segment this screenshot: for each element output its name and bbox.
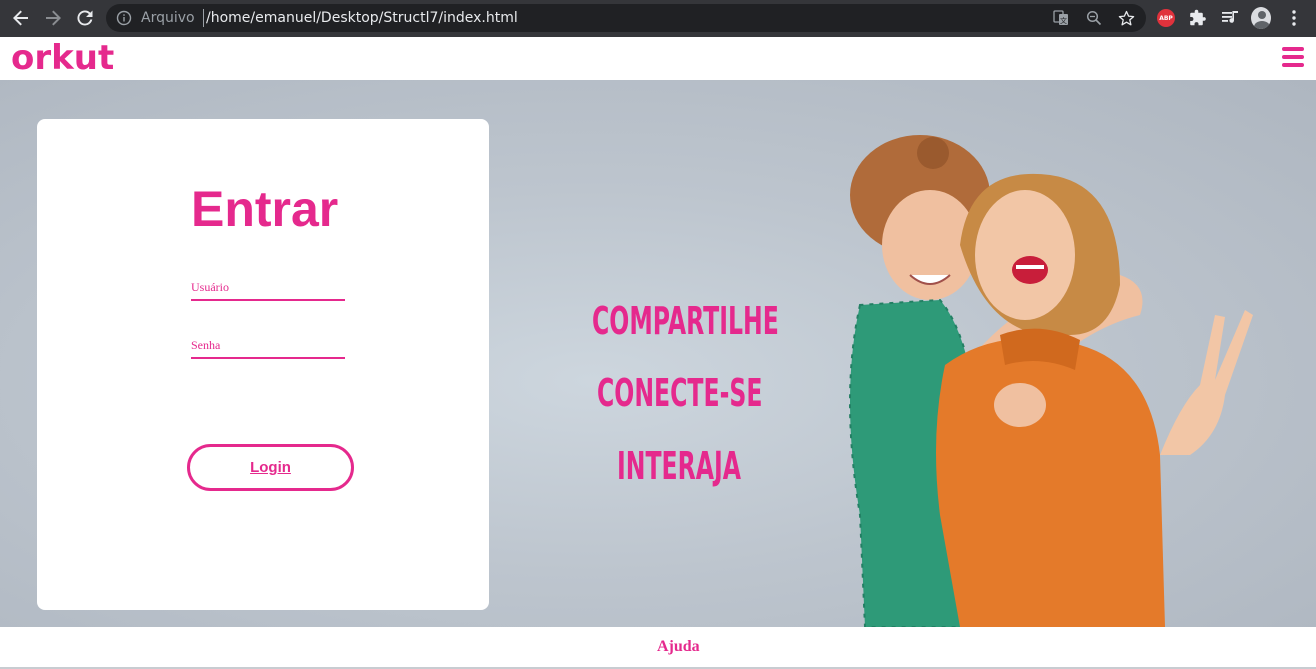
slogan-connect: CONECTE-SE: [597, 371, 763, 415]
url-scheme-label: Arquivo: [141, 10, 195, 26]
site-header: orkut: [0, 37, 1316, 80]
hero-section: Entrar Login COMPARTILHE CONECTE-SE INTE…: [0, 80, 1316, 627]
profile-avatar-icon[interactable]: [1251, 7, 1271, 29]
slogan-interact: INTERAJA: [617, 444, 742, 488]
adblock-badge: ABP: [1157, 9, 1175, 27]
login-button[interactable]: Login: [187, 444, 354, 491]
slogan-share: COMPARTILHE: [592, 299, 779, 343]
username-input[interactable]: [191, 275, 345, 301]
help-link[interactable]: Ajuda: [657, 638, 700, 656]
extensions-puzzle-icon[interactable]: [1188, 8, 1208, 28]
browser-toolbar: Arquivo /home/emanuel/Desktop/Structl7/i…: [0, 0, 1316, 37]
password-input[interactable]: [191, 333, 345, 359]
login-title: Entrar: [191, 181, 339, 237]
back-icon[interactable]: [8, 6, 34, 30]
hamburger-menu-icon[interactable]: [1282, 47, 1304, 67]
browser-menu-icon[interactable]: [1284, 8, 1304, 28]
site-footer: Ajuda: [0, 627, 1316, 669]
hero-photo-image: [849, 135, 1253, 627]
translate-icon[interactable]: 文: [1052, 9, 1070, 27]
address-bar[interactable]: Arquivo /home/emanuel/Desktop/Structl7/i…: [106, 4, 1146, 32]
orkut-logo[interactable]: orkut: [11, 37, 114, 79]
info-icon[interactable]: [116, 10, 132, 26]
login-button-label: Login: [250, 459, 291, 476]
url-text[interactable]: /home/emanuel/Desktop/Structl7/index.htm…: [206, 10, 518, 26]
url-separator: [203, 9, 204, 27]
forward-icon[interactable]: [40, 6, 66, 30]
zoom-icon[interactable]: [1085, 9, 1103, 27]
adblock-extension-icon[interactable]: ABP: [1156, 8, 1176, 28]
media-queue-icon[interactable]: [1220, 8, 1240, 28]
bookmark-star-icon[interactable]: [1117, 9, 1135, 27]
svg-text:文: 文: [1060, 16, 1067, 25]
reload-icon[interactable]: [72, 6, 98, 30]
login-card: Entrar Login: [37, 119, 489, 610]
